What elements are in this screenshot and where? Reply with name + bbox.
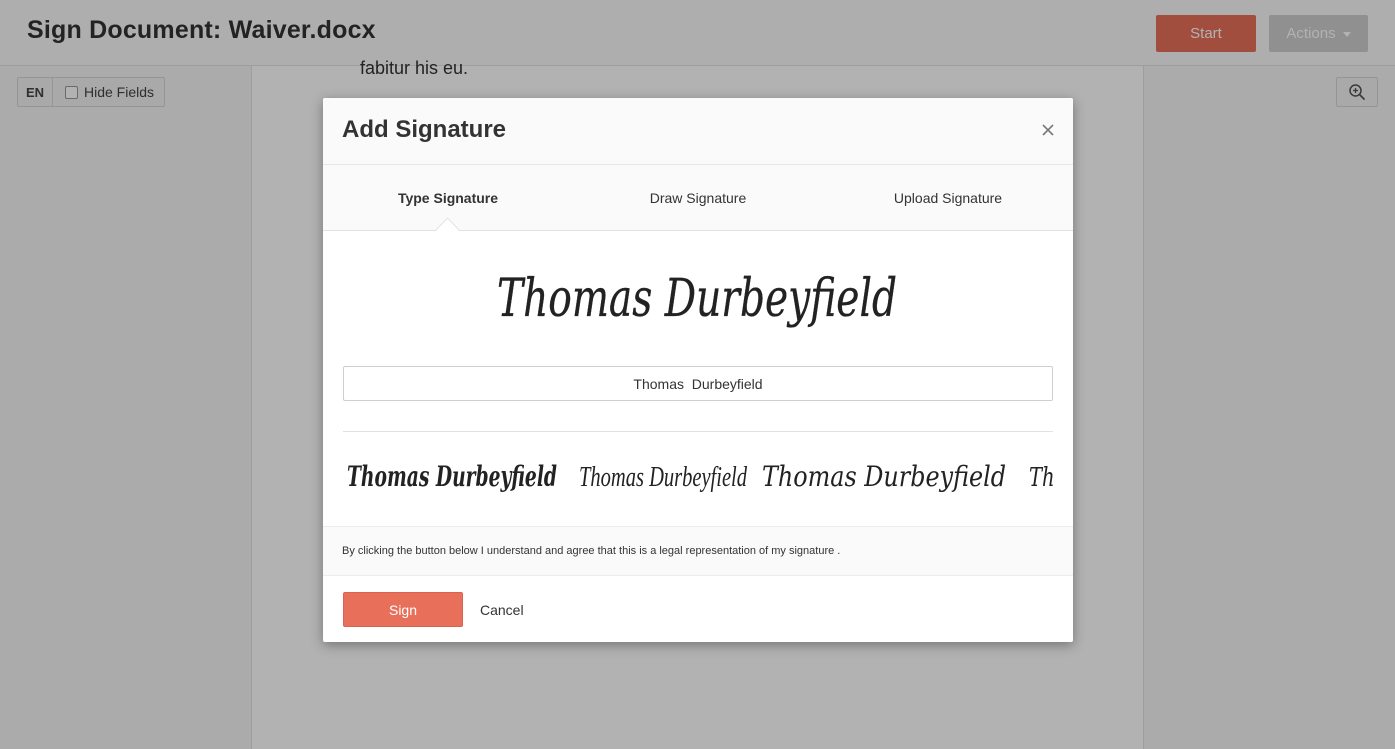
signature-style-option[interactable]: Thomas Durbeyfield [347, 460, 557, 493]
signature-style-option[interactable]: Thomas Durbeyfield [762, 460, 1006, 493]
legal-disclaimer: By clicking the button below I understan… [323, 526, 1073, 576]
tab-type-signature[interactable]: Type Signature [323, 165, 573, 230]
signature-style-option[interactable]: Thomas Durbeyfield [1029, 463, 1053, 493]
dialog-header: Add Signature [323, 98, 1073, 165]
signature-preview: Thomas Durbeyfield [497, 269, 897, 329]
signature-style-options: Thomas Durbeyfield Thomas Durbeyfield Th… [347, 460, 1053, 493]
signature-style-option-text: Thomas Durbeyfield [762, 460, 1006, 493]
tab-upload-signature[interactable]: Upload Signature [823, 165, 1073, 230]
signature-style-option-text: Thomas Durbeyfield [347, 460, 557, 493]
signature-style-option[interactable]: Thomas Durbeyfield [579, 462, 748, 493]
signature-style-option-text: Thomas Durbeyfield [579, 462, 748, 493]
dialog-title: Add Signature [342, 116, 507, 143]
divider [343, 431, 1053, 432]
signature-name-input[interactable] [343, 366, 1053, 401]
signature-preview-text: Thomas Durbeyfield [497, 269, 897, 329]
tab-draw-signature[interactable]: Draw Signature [573, 165, 823, 230]
cancel-button[interactable]: Cancel [480, 592, 524, 627]
close-icon[interactable] [1038, 120, 1058, 140]
signature-style-option-text: Thomas Durbeyfield [1029, 463, 1053, 493]
signature-tabs: Type Signature Draw Signature Upload Sig… [323, 165, 1073, 231]
sign-button[interactable]: Sign [343, 592, 463, 627]
add-signature-dialog: Add Signature Type Signature Draw Signat… [323, 98, 1073, 642]
